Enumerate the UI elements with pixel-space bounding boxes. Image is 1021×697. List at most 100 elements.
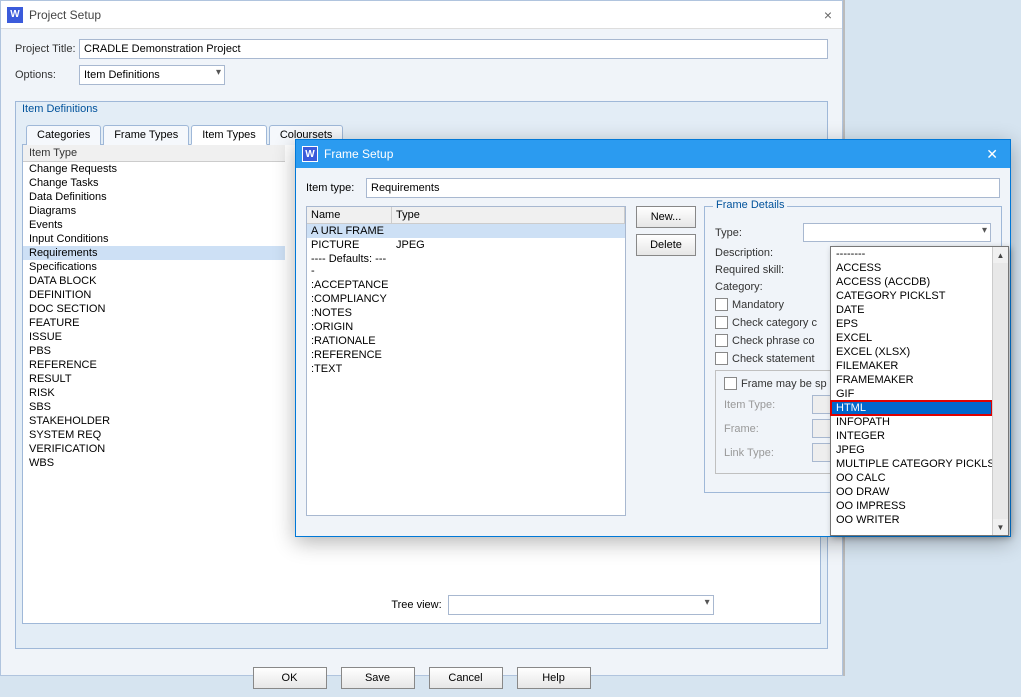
frame-table[interactable]: Name Type A URL FRAMEPICTUREJPEG---- Def… <box>306 206 626 516</box>
list-item[interactable]: Specifications <box>23 260 285 274</box>
item-type-input[interactable] <box>366 178 1000 198</box>
item-type-listbox[interactable]: Item Type Change RequestsChange TasksDat… <box>23 145 285 623</box>
dropdown-item[interactable]: OO WRITER <box>831 513 992 527</box>
list-item[interactable]: ISSUE <box>23 330 285 344</box>
dropdown-item[interactable]: INFOPATH <box>831 415 992 429</box>
project-title-input[interactable] <box>79 39 828 59</box>
cell-name: :ACCEPTANCE <box>307 278 392 292</box>
dropdown-item[interactable]: FRAMEMAKER <box>831 373 992 387</box>
cell-name: ---- Defaults: ---- <box>307 252 392 278</box>
frame-maybe-checkbox[interactable] <box>724 377 737 390</box>
list-item[interactable]: DEFINITION <box>23 288 285 302</box>
inner-frame-label: Frame: <box>724 423 812 435</box>
list-item[interactable]: Change Tasks <box>23 176 285 190</box>
list-item[interactable]: SBS <box>23 400 285 414</box>
dropdown-item[interactable]: ACCESS <box>831 261 992 275</box>
scroll-up-icon[interactable]: ▲ <box>993 247 1008 263</box>
col-type[interactable]: Type <box>392 207 625 224</box>
tab-frame-types[interactable]: Frame Types <box>103 125 189 145</box>
cell-name: :COMPLIANCY <box>307 292 392 306</box>
list-item[interactable]: VERIFICATION <box>23 442 285 456</box>
type-dropdown[interactable]: --------ACCESSACCESS (ACCDB)CATEGORY PIC… <box>830 246 1009 536</box>
dropdown-item[interactable]: JPEG <box>831 443 992 457</box>
dropdown-item[interactable]: EXCEL (XLSX) <box>831 345 992 359</box>
cell-type <box>392 292 452 306</box>
table-row[interactable]: ---- Defaults: ---- <box>307 252 625 278</box>
dropdown-item[interactable]: EXCEL <box>831 331 992 345</box>
scroll-down-icon[interactable]: ▼ <box>993 519 1008 535</box>
table-row[interactable]: :TEXT <box>307 362 625 376</box>
list-item[interactable]: RESULT <box>23 372 285 386</box>
save-button[interactable]: Save <box>341 667 415 689</box>
dialog-title: Frame Setup <box>324 147 980 161</box>
titlebar: W Project Setup × <box>1 1 842 29</box>
ok-button[interactable]: OK <box>253 667 327 689</box>
frame-maybe-label: Frame may be sp <box>741 378 827 390</box>
dropdown-item[interactable]: FILEMAKER <box>831 359 992 373</box>
list-item[interactable]: SYSTEM REQ <box>23 428 285 442</box>
dropdown-item[interactable]: INTEGER <box>831 429 992 443</box>
dropdown-item[interactable]: OO CALC <box>831 471 992 485</box>
check-statement-checkbox[interactable] <box>715 352 728 365</box>
type-label: Type: <box>715 227 803 239</box>
col-name[interactable]: Name <box>307 207 392 224</box>
details-title: Frame Details <box>713 199 787 211</box>
dropdown-item[interactable]: CATEGORY PICKLST <box>831 289 992 303</box>
dropdown-item[interactable]: DATE <box>831 303 992 317</box>
table-row[interactable]: :REFERENCE <box>307 348 625 362</box>
list-item[interactable]: Change Requests <box>23 162 285 176</box>
check-category-checkbox[interactable] <box>715 316 728 329</box>
dropdown-item[interactable]: GIF <box>831 387 992 401</box>
app-icon: W <box>302 146 318 162</box>
cancel-button[interactable]: Cancel <box>429 667 503 689</box>
list-item[interactable]: DATA BLOCK <box>23 274 285 288</box>
mandatory-checkbox[interactable] <box>715 298 728 311</box>
check-phrase-checkbox[interactable] <box>715 334 728 347</box>
help-button[interactable]: Help <box>517 667 591 689</box>
table-row[interactable]: :COMPLIANCY <box>307 292 625 306</box>
table-row[interactable]: :RATIONALE <box>307 334 625 348</box>
list-item[interactable]: DOC SECTION <box>23 302 285 316</box>
list-item[interactable]: WBS <box>23 456 285 470</box>
options-combo-value: Item Definitions <box>84 69 160 81</box>
tab-categories[interactable]: Categories <box>26 125 101 145</box>
table-row[interactable]: :ACCEPTANCE <box>307 278 625 292</box>
dropdown-item[interactable]: -------- <box>831 247 992 261</box>
dropdown-item[interactable]: ACCESS (ACCDB) <box>831 275 992 289</box>
dropdown-item[interactable]: MULTIPLE CATEGORY PICKLST <box>831 457 992 471</box>
dropdown-item[interactable]: HTML <box>831 401 992 415</box>
list-item[interactable]: FEATURE <box>23 316 285 330</box>
cell-type: JPEG <box>392 238 452 252</box>
list-item[interactable]: RISK <box>23 386 285 400</box>
dropdown-item[interactable]: OO IMPRESS <box>831 499 992 513</box>
close-icon[interactable]: ✕ <box>980 146 1004 163</box>
mandatory-label: Mandatory <box>732 299 784 311</box>
new-button[interactable]: New... <box>636 206 696 228</box>
inner-linktype-label: Link Type: <box>724 447 812 459</box>
type-combo[interactable] <box>803 223 991 242</box>
delete-button[interactable]: Delete <box>636 234 696 256</box>
list-item[interactable]: REFERENCE <box>23 358 285 372</box>
dropdown-item[interactable]: OO DRAW <box>831 485 992 499</box>
cell-name: :ORIGIN <box>307 320 392 334</box>
list-item[interactable]: STAKEHOLDER <box>23 414 285 428</box>
check-phrase-label: Check phrase co <box>732 335 815 347</box>
close-icon[interactable]: × <box>820 7 836 23</box>
dropdown-item[interactable]: EPS <box>831 317 992 331</box>
list-item[interactable]: Data Definitions <box>23 190 285 204</box>
list-item[interactable]: Input Conditions <box>23 232 285 246</box>
table-row[interactable]: :NOTES <box>307 306 625 320</box>
table-row[interactable]: A URL FRAME <box>307 224 625 238</box>
list-item[interactable]: Diagrams <box>23 204 285 218</box>
list-item[interactable]: Events <box>23 218 285 232</box>
cell-type <box>392 224 452 238</box>
list-item[interactable]: PBS <box>23 344 285 358</box>
table-row[interactable]: :ORIGIN <box>307 320 625 334</box>
tree-view-combo[interactable] <box>448 595 714 615</box>
tab-item-types[interactable]: Item Types <box>191 125 267 145</box>
options-combo[interactable]: Item Definitions <box>79 65 225 85</box>
cell-name: PICTURE <box>307 238 392 252</box>
table-row[interactable]: PICTUREJPEG <box>307 238 625 252</box>
list-item[interactable]: Requirements <box>23 246 285 260</box>
scrollbar[interactable]: ▲ ▼ <box>992 247 1008 535</box>
